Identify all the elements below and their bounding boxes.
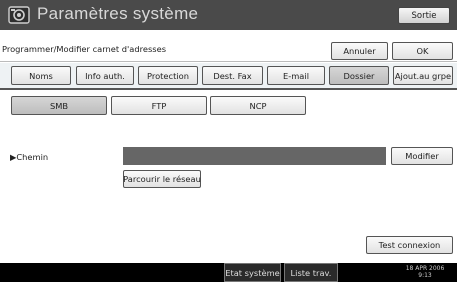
path-field[interactable]: [123, 147, 386, 165]
protocol-ftp-button[interactable]: FTP: [111, 96, 207, 115]
path-label: ▶Chemin: [10, 152, 49, 162]
tab-auth-info[interactable]: Info auth.: [76, 66, 134, 85]
job-list-button[interactable]: Liste trav.: [284, 263, 338, 282]
exit-button[interactable]: Sortie: [398, 7, 450, 24]
tab-underline: [0, 88, 457, 90]
tab-names[interactable]: Noms: [11, 66, 71, 85]
modify-button[interactable]: Modifier: [391, 147, 453, 165]
divider: [0, 61, 457, 62]
tab-add-to-group[interactable]: Ajout.au grpe: [393, 66, 453, 85]
date-text: 18 APR 2006: [405, 265, 445, 272]
page-title: Paramètres système: [37, 4, 199, 23]
clock: 18 APR 2006 9:13: [398, 265, 452, 279]
test-connection-button[interactable]: Test connexion: [366, 236, 453, 254]
tab-email[interactable]: E-mail: [267, 66, 325, 85]
tab-protection[interactable]: Protection: [138, 66, 198, 85]
cancel-button[interactable]: Annuler: [331, 42, 388, 60]
time-text: 9:13: [418, 272, 432, 279]
protocol-ncp-button[interactable]: NCP: [210, 96, 306, 115]
tab-folder[interactable]: Dossier: [329, 66, 389, 85]
settings-icon: [8, 6, 30, 24]
breadcrumb: Programmer/Modifier carnet d'adresses: [2, 44, 167, 54]
system-status-button[interactable]: Etat système: [224, 263, 281, 282]
ok-button[interactable]: OK: [392, 42, 453, 60]
browse-network-button[interactable]: Parcourir le réseau: [123, 170, 201, 188]
protocol-smb-button[interactable]: SMB: [11, 96, 107, 115]
tab-fax-destination[interactable]: Dest. Fax: [202, 66, 263, 85]
